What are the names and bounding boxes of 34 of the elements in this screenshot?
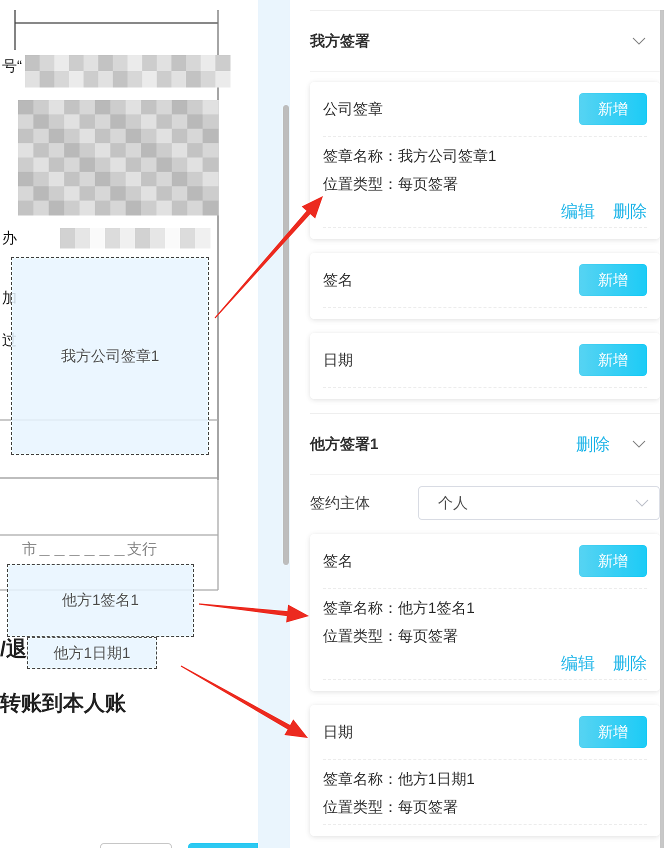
select-field[interactable]: 个人: [418, 486, 660, 520]
signature-placeholder[interactable]: 他方1签名1: [7, 564, 194, 637]
scrollbar[interactable]: [660, 10, 664, 848]
add-button[interactable]: 新增: [579, 716, 647, 748]
signature-placeholder[interactable]: 他方1日期1: [27, 637, 157, 669]
seal-info: 签章名称：他方1日期1: [323, 770, 476, 790]
document-text: 号“: [2, 58, 22, 76]
delete-link[interactable]: 删除: [613, 651, 647, 677]
add-button[interactable]: 新增: [579, 264, 647, 296]
document-text: /退: [0, 637, 27, 663]
seal-info: 位置类型：每页签署: [323, 627, 459, 647]
add-button[interactable]: 新增: [579, 93, 647, 125]
card-title: 签名: [323, 270, 353, 290]
card-title: 日期: [323, 350, 353, 370]
seal-info: 签章名称：我方公司签章1: [323, 147, 498, 167]
delete-link[interactable]: 删除: [576, 432, 610, 456]
field-label: 签约主体: [310, 494, 371, 512]
seal-info: 位置类型：每页签署: [323, 798, 459, 818]
seal-info: 签章名称：他方1签名1: [323, 599, 476, 619]
section-title: 他方签署1: [310, 434, 380, 454]
document-text: 市＿＿＿＿＿＿支行: [22, 541, 157, 558]
edit-link[interactable]: 编辑: [561, 199, 595, 225]
document-text: 办: [2, 230, 17, 248]
edit-link[interactable]: 编辑: [561, 651, 595, 677]
add-button[interactable]: 新增: [579, 344, 647, 376]
section-title: 我方签署: [310, 32, 371, 50]
add-button[interactable]: 新增: [579, 545, 647, 577]
card-title: 公司签章: [323, 100, 383, 118]
card-title: 日期: [323, 722, 353, 742]
scrollbar[interactable]: [283, 105, 289, 565]
signature-placeholder[interactable]: 我方公司签章1: [11, 257, 209, 455]
delete-link[interactable]: 删除: [613, 199, 647, 225]
card-title: 签名: [323, 552, 353, 570]
seal-info: 位置类型：每页签署: [323, 175, 459, 195]
